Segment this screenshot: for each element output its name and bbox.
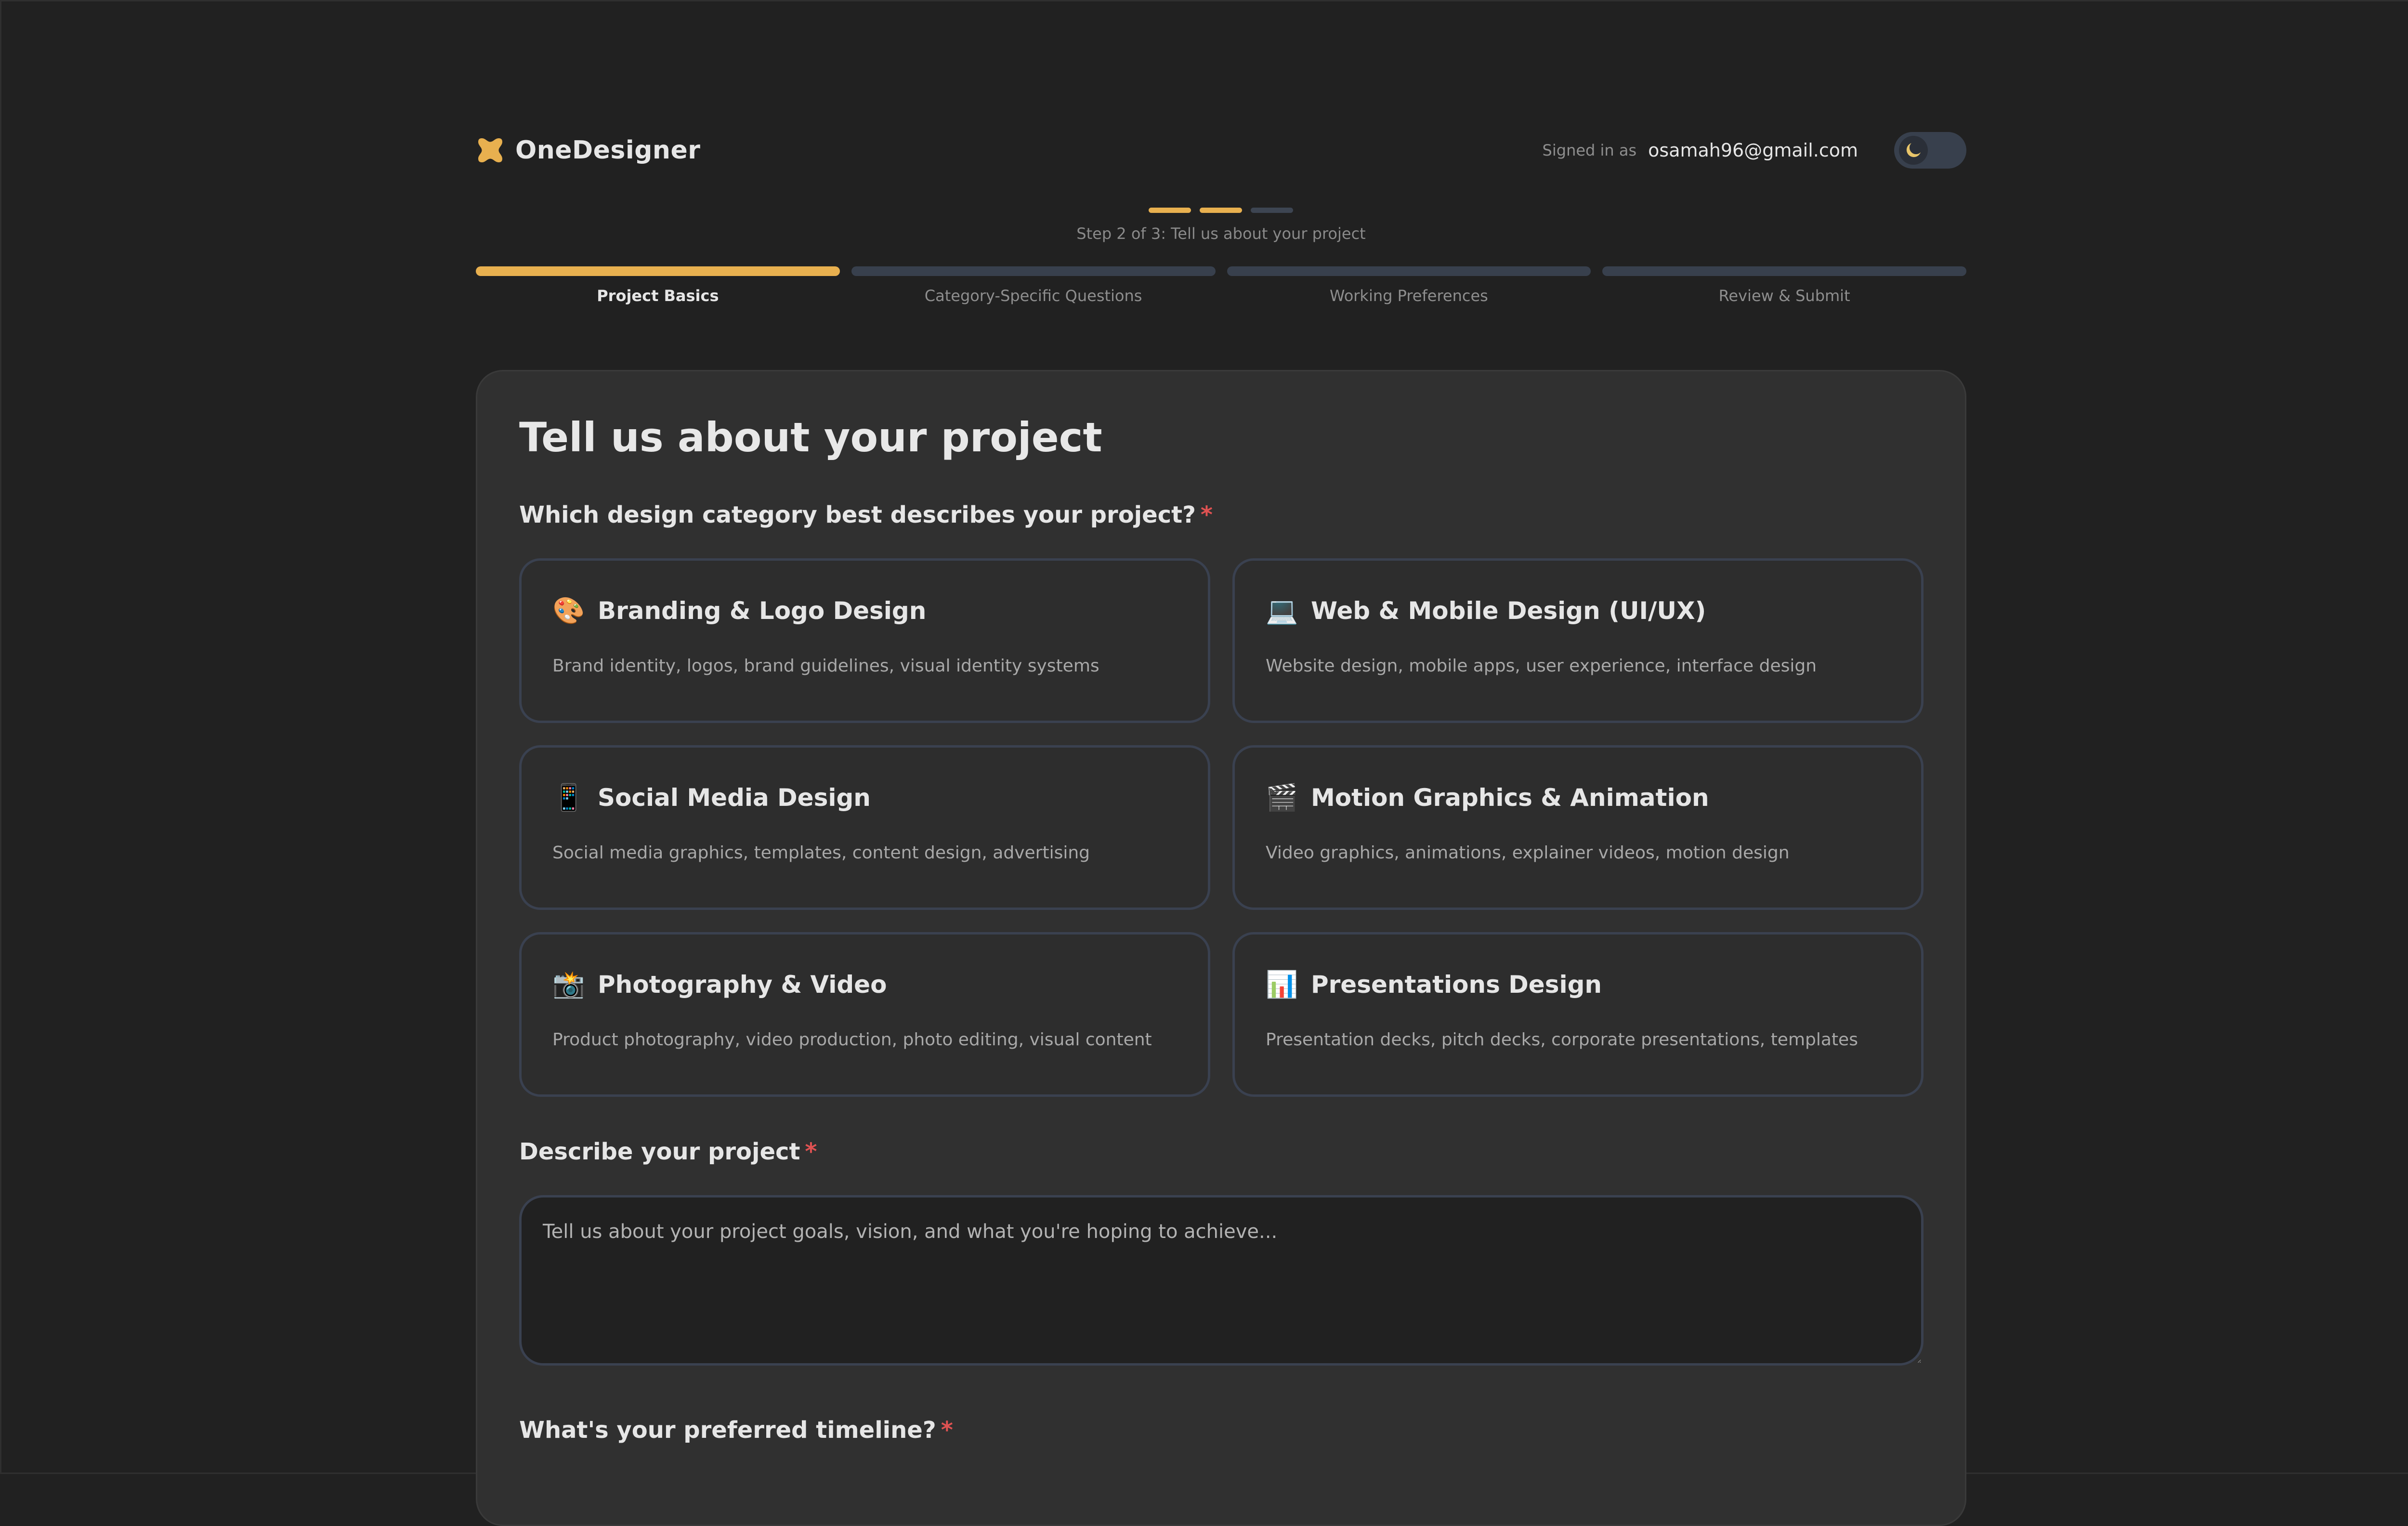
- tab-label: Project Basics: [597, 287, 719, 305]
- clapper-board-icon: 🎬: [1266, 782, 1298, 813]
- tab-category-specific-questions[interactable]: Category-Specific Questions: [851, 266, 1216, 310]
- signed-in-label: Signed in as: [1542, 141, 1637, 159]
- option-title: Presentations Design: [1311, 971, 1602, 999]
- tab-review-submit[interactable]: Review & Submit: [1602, 266, 1966, 310]
- step-dot: [1200, 208, 1242, 213]
- tab-label: Working Preferences: [1329, 287, 1488, 305]
- option-header: 📱 Social Media Design: [552, 782, 871, 813]
- option-description: Product photography, video production, p…: [552, 1030, 1152, 1050]
- category-question-label: Which design category best describes you…: [519, 501, 1213, 528]
- brand-mark-icon: [478, 138, 502, 162]
- option-header: 📊 Presentations Design: [1266, 969, 1602, 1000]
- option-description: Website design, mobile apps, user experi…: [1266, 656, 1817, 676]
- form-card: Tell us about your project Which design …: [476, 370, 1966, 1526]
- progress-bar-segment: [1227, 266, 1591, 276]
- category-question-text: Which design category best describes you…: [519, 501, 1196, 528]
- tab-label: Review & Submit: [1718, 287, 1850, 305]
- progress-bar-segment: [476, 266, 840, 276]
- bar-chart-icon: 📊: [1266, 969, 1298, 1000]
- theme-toggle-knob: [1899, 136, 1928, 165]
- describe-project-text: Describe your project: [519, 1138, 800, 1165]
- brand-name: OneDesigner: [515, 136, 701, 165]
- step-dot: [1251, 208, 1293, 213]
- brand-logo[interactable]: OneDesigner: [476, 136, 701, 165]
- theme-toggle[interactable]: [1894, 132, 1966, 169]
- timeline-text: What's your preferred timeline?: [519, 1417, 936, 1444]
- tab-label: Category-Specific Questions: [924, 287, 1142, 305]
- camera-flash-icon: 📸: [552, 969, 585, 1000]
- tab-project-basics[interactable]: Project Basics: [476, 266, 840, 310]
- signed-in-info: Signed in as osamah96@gmail.com: [1543, 140, 1858, 161]
- option-title: Social Media Design: [598, 784, 871, 812]
- category-option-photography-video[interactable]: 📸 Photography & Video Product photograph…: [519, 932, 1210, 1097]
- option-header: 💻 Web & Mobile Design (UI/UX): [1266, 595, 1706, 626]
- page-container: OneDesigner Signed in as osamah96@gmail.…: [476, 0, 1966, 1526]
- step-dot: [1149, 208, 1191, 213]
- top-header: OneDesigner Signed in as osamah96@gmail.…: [476, 130, 1966, 171]
- timeline-label: What's your preferred timeline? *: [519, 1417, 953, 1444]
- category-option-motion-graphics[interactable]: 🎬 Motion Graphics & Animation Video grap…: [1232, 745, 1924, 910]
- option-header: 🎬 Motion Graphics & Animation: [1266, 782, 1709, 813]
- option-description: Brand identity, logos, brand guidelines,…: [552, 656, 1099, 676]
- category-option-social-media[interactable]: 📱 Social Media Design Social media graph…: [519, 745, 1210, 910]
- page-title: Tell us about your project: [519, 414, 1102, 461]
- mobile-phone-icon: 📱: [552, 782, 585, 813]
- required-marker: *: [1200, 501, 1213, 528]
- step-dots: [1149, 208, 1293, 213]
- required-marker: *: [941, 1417, 953, 1444]
- category-option-web-mobile[interactable]: 💻 Web & Mobile Design (UI/UX) Website de…: [1232, 558, 1924, 723]
- category-option-presentations[interactable]: 📊 Presentations Design Presentation deck…: [1232, 932, 1924, 1097]
- option-title: Web & Mobile Design (UI/UX): [1311, 597, 1706, 625]
- project-description-textarea[interactable]: [519, 1195, 1924, 1366]
- progress-tabs: Project Basics Category-Specific Questio…: [476, 266, 1966, 310]
- progress-bar-segment: [851, 266, 1216, 276]
- step-indicator-text: Step 2 of 3: Tell us about your project: [1076, 224, 1366, 243]
- laptop-icon: 💻: [1266, 595, 1298, 626]
- progress-bar-segment: [1602, 266, 1966, 276]
- option-description: Presentation decks, pitch decks, corpora…: [1266, 1030, 1858, 1050]
- option-title: Motion Graphics & Animation: [1311, 784, 1709, 812]
- palette-icon: 🎨: [552, 595, 585, 626]
- option-description: Social media graphics, templates, conten…: [552, 843, 1090, 863]
- option-description: Video graphics, animations, explainer vi…: [1266, 843, 1790, 863]
- category-options: 🎨 Branding & Logo Design Brand identity,…: [519, 558, 1924, 1097]
- moon-icon: [1906, 143, 1921, 158]
- required-marker: *: [805, 1138, 817, 1165]
- describe-project-label: Describe your project *: [519, 1138, 817, 1165]
- option-title: Branding & Logo Design: [598, 597, 927, 625]
- tab-working-preferences[interactable]: Working Preferences: [1227, 266, 1591, 310]
- option-title: Photography & Video: [598, 971, 887, 999]
- option-header: 🎨 Branding & Logo Design: [552, 595, 926, 626]
- category-option-branding[interactable]: 🎨 Branding & Logo Design Brand identity,…: [519, 558, 1210, 723]
- option-header: 📸 Photography & Video: [552, 969, 887, 1000]
- user-email: osamah96@gmail.com: [1648, 140, 1858, 161]
